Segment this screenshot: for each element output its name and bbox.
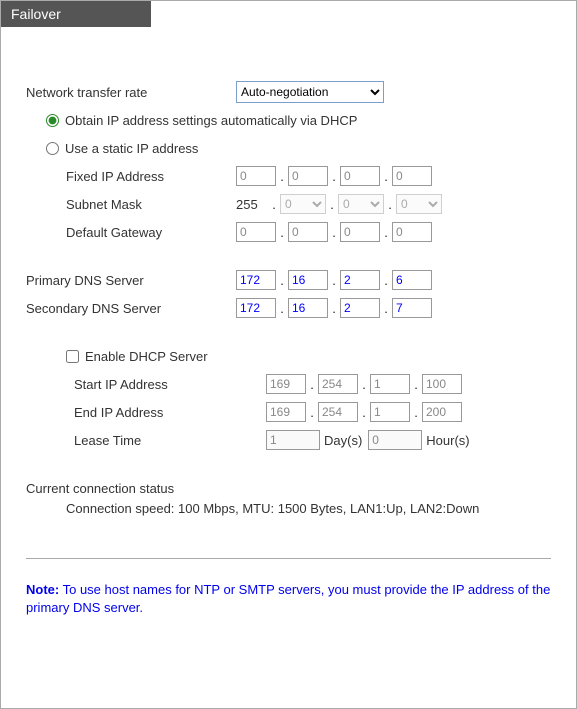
- start-ip-label: Start IP Address: [26, 377, 266, 392]
- lease-time-label: Lease Time: [26, 433, 266, 448]
- fixed-ip-3[interactable]: [340, 166, 380, 186]
- fixed-ip-4[interactable]: [392, 166, 432, 186]
- dot: .: [326, 197, 338, 212]
- end-ip-4[interactable]: [422, 402, 462, 422]
- dot: .: [358, 405, 370, 420]
- secondary-dns-1[interactable]: [236, 298, 276, 318]
- secondary-dns-2[interactable]: [288, 298, 328, 318]
- dot: .: [328, 273, 340, 288]
- subnet-2[interactable]: 0: [280, 194, 326, 214]
- ipmode-static-label: Use a static IP address: [65, 141, 198, 156]
- transfer-rate-label: Network transfer rate: [26, 85, 236, 100]
- connection-status-text: Connection speed: 100 Mbps, MTU: 1500 By…: [26, 500, 496, 518]
- primary-dns-1[interactable]: [236, 270, 276, 290]
- dot: .: [380, 225, 392, 240]
- dot: .: [380, 301, 392, 316]
- gateway-2[interactable]: [288, 222, 328, 242]
- gateway-label: Default Gateway: [26, 225, 236, 240]
- start-ip-1[interactable]: [266, 374, 306, 394]
- ipmode-dhcp-label: Obtain IP address settings automatically…: [65, 113, 357, 128]
- subnet-4[interactable]: 0: [396, 194, 442, 214]
- dot: .: [384, 197, 396, 212]
- fixed-ip-2[interactable]: [288, 166, 328, 186]
- lease-days-unit: Day(s): [324, 433, 362, 448]
- tab-label: Failover: [11, 6, 61, 22]
- end-ip-1[interactable]: [266, 402, 306, 422]
- connection-status-title: Current connection status: [26, 481, 551, 496]
- dot: .: [276, 301, 288, 316]
- dot: .: [380, 169, 392, 184]
- gateway-3[interactable]: [340, 222, 380, 242]
- subnet-first: 255: [236, 197, 268, 212]
- note-text: Note: To use host names for NTP or SMTP …: [26, 581, 551, 617]
- start-ip-2[interactable]: [318, 374, 358, 394]
- subnet-mask-label: Subnet Mask: [26, 197, 236, 212]
- tab-failover[interactable]: Failover: [1, 1, 151, 27]
- enable-dhcp-server-label: Enable DHCP Server: [85, 349, 208, 364]
- failover-panel: Failover Network transfer rate Auto-nego…: [0, 0, 577, 709]
- lease-hours-input[interactable]: [368, 430, 422, 450]
- dot: .: [276, 225, 288, 240]
- primary-dns-label: Primary DNS Server: [26, 273, 236, 288]
- note-prefix: Note:: [26, 582, 59, 597]
- primary-dns-4[interactable]: [392, 270, 432, 290]
- fixed-ip-1[interactable]: [236, 166, 276, 186]
- dot: .: [358, 377, 370, 392]
- lease-hours-unit: Hour(s): [426, 433, 469, 448]
- dot: .: [268, 197, 280, 212]
- dot: .: [306, 377, 318, 392]
- gateway-1[interactable]: [236, 222, 276, 242]
- dot: .: [328, 225, 340, 240]
- primary-dns-3[interactable]: [340, 270, 380, 290]
- fixed-ip-label: Fixed IP Address: [26, 169, 236, 184]
- primary-dns-2[interactable]: [288, 270, 328, 290]
- secondary-dns-4[interactable]: [392, 298, 432, 318]
- dot: .: [276, 273, 288, 288]
- content-area: Network transfer rate Auto-negotiation O…: [1, 1, 576, 638]
- dot: .: [410, 405, 422, 420]
- dot: .: [380, 273, 392, 288]
- end-ip-2[interactable]: [318, 402, 358, 422]
- gateway-4[interactable]: [392, 222, 432, 242]
- subnet-3[interactable]: 0: [338, 194, 384, 214]
- ipmode-static-radio[interactable]: [46, 142, 59, 155]
- note-body: To use host names for NTP or SMTP server…: [26, 582, 550, 615]
- secondary-dns-3[interactable]: [340, 298, 380, 318]
- end-ip-label: End IP Address: [26, 405, 266, 420]
- start-ip-4[interactable]: [422, 374, 462, 394]
- start-ip-3[interactable]: [370, 374, 410, 394]
- divider: [26, 558, 551, 559]
- dot: .: [306, 405, 318, 420]
- dot: .: [276, 169, 288, 184]
- dot: .: [328, 169, 340, 184]
- ipmode-dhcp-radio[interactable]: [46, 114, 59, 127]
- transfer-rate-select[interactable]: Auto-negotiation: [236, 81, 384, 103]
- dot: .: [328, 301, 340, 316]
- lease-days-input[interactable]: [266, 430, 320, 450]
- dot: .: [410, 377, 422, 392]
- end-ip-3[interactable]: [370, 402, 410, 422]
- enable-dhcp-server-checkbox[interactable]: [66, 350, 79, 363]
- secondary-dns-label: Secondary DNS Server: [26, 301, 236, 316]
